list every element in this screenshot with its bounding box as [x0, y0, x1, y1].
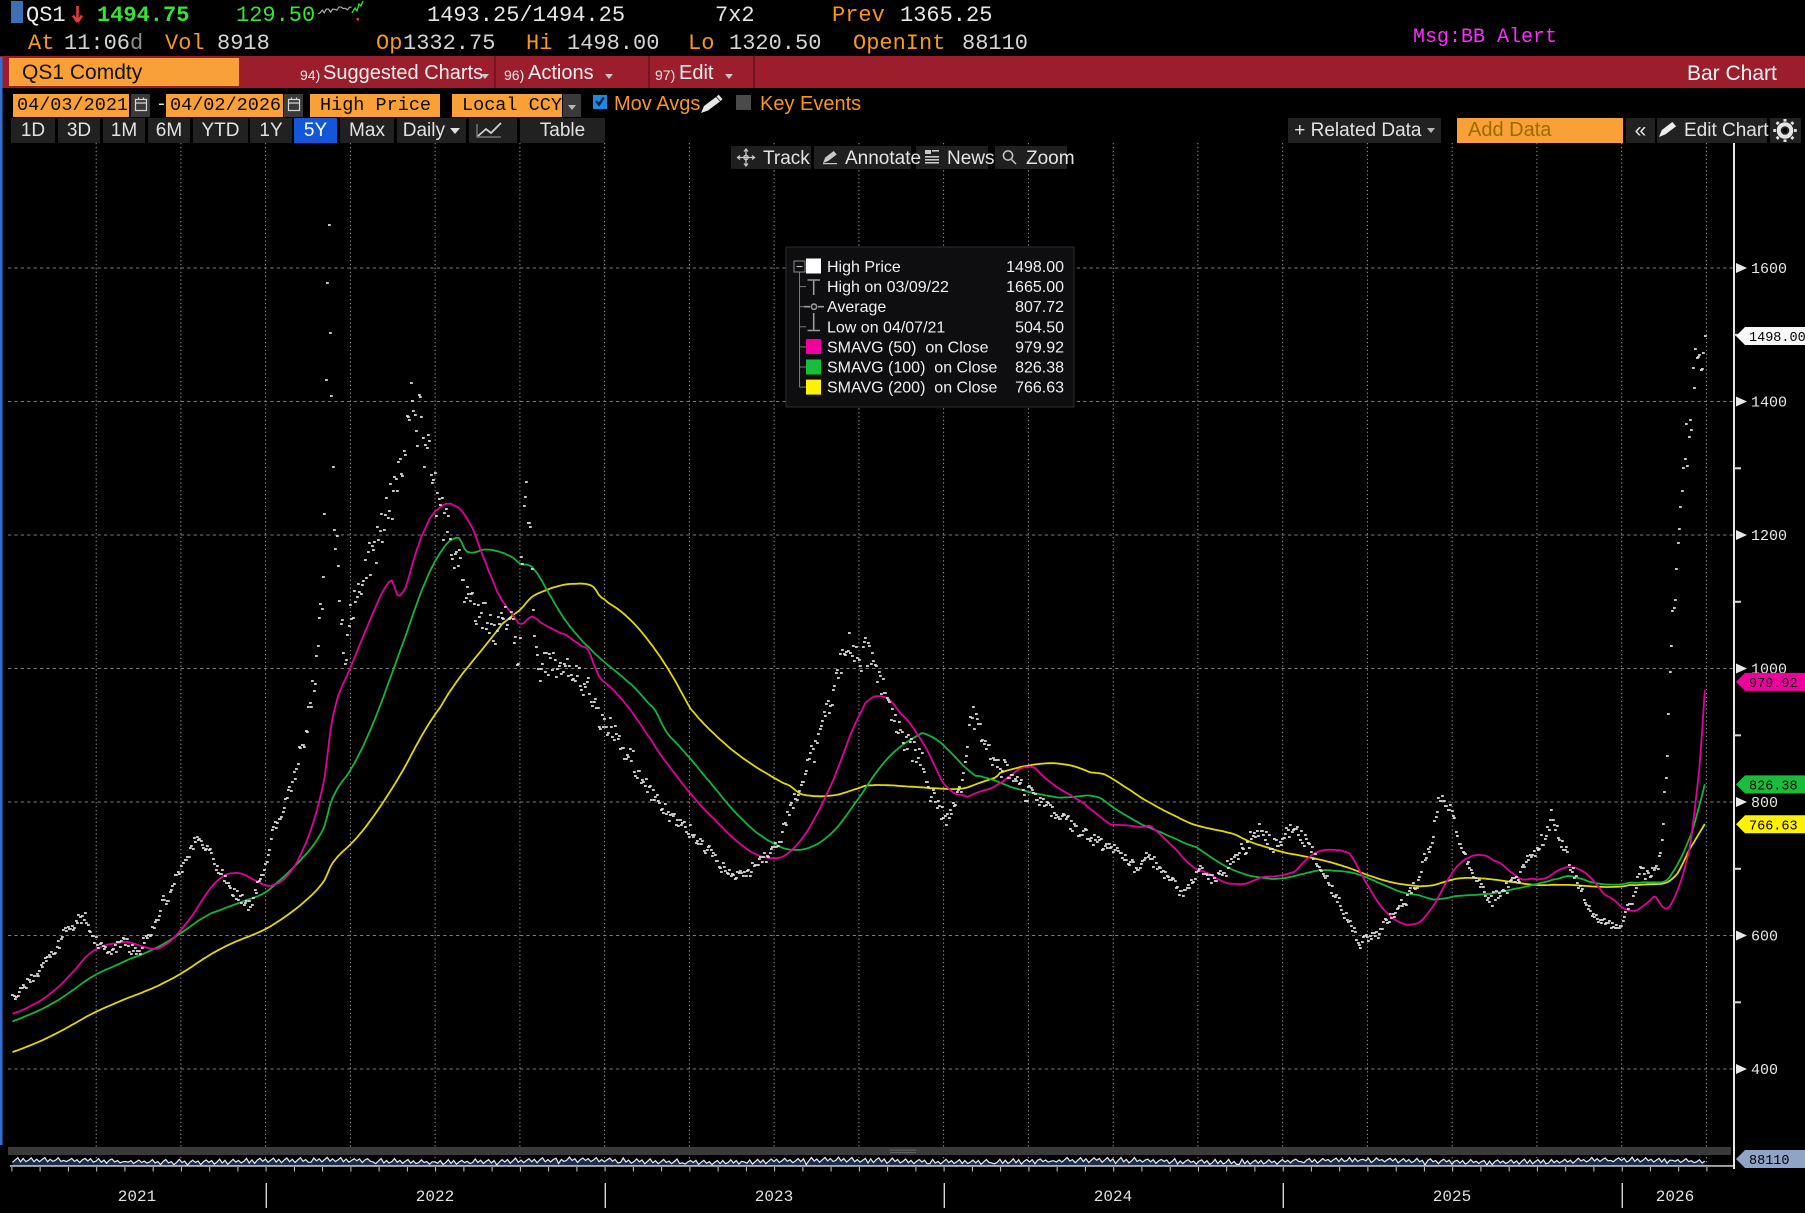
svg-text:High on 03/09/22: High on 03/09/22 — [827, 279, 949, 296]
svg-text:Annotate: Annotate — [845, 148, 921, 169]
svg-text:1400: 1400 — [1751, 395, 1787, 412]
svg-text:807.72: 807.72 — [1015, 299, 1064, 316]
svg-text:1498.00: 1498.00 — [1006, 259, 1064, 276]
svg-text:2021: 2021 — [118, 1188, 156, 1206]
svg-text:979.92: 979.92 — [1749, 677, 1798, 692]
svg-text:600: 600 — [1751, 929, 1778, 946]
svg-text:SMAVG (100) on Close: SMAVG (100) on Close — [827, 360, 998, 377]
svg-text:826.38: 826.38 — [1749, 779, 1798, 794]
svg-text:2026: 2026 — [1656, 1188, 1694, 1206]
svg-text:2023: 2023 — [755, 1188, 793, 1206]
svg-text:1498.00: 1498.00 — [1749, 331, 1805, 346]
svg-text:2022: 2022 — [416, 1188, 454, 1206]
svg-text:1200: 1200 — [1751, 528, 1787, 545]
svg-text:2024: 2024 — [1094, 1188, 1132, 1206]
svg-text:News: News — [947, 148, 995, 169]
svg-text:766.63: 766.63 — [1015, 380, 1064, 397]
svg-text:400: 400 — [1751, 1062, 1778, 1079]
svg-text:Zoom: Zoom — [1026, 148, 1075, 169]
svg-text:826.38: 826.38 — [1015, 360, 1064, 377]
svg-text:2025: 2025 — [1433, 1188, 1471, 1206]
svg-text:1600: 1600 — [1751, 261, 1787, 278]
svg-text:Low on 04/07/21: Low on 04/07/21 — [827, 319, 945, 336]
svg-text:1665.00: 1665.00 — [1006, 279, 1064, 296]
svg-text:800: 800 — [1751, 795, 1778, 812]
svg-text:Average: Average — [827, 299, 886, 316]
svg-text:Track: Track — [763, 148, 810, 169]
svg-text:1000: 1000 — [1751, 662, 1787, 679]
svg-text:766.63: 766.63 — [1749, 819, 1798, 834]
svg-text:SMAVG (200) on Close: SMAVG (200) on Close — [827, 380, 998, 397]
svg-text:88110: 88110 — [1749, 1154, 1790, 1169]
svg-text:504.50: 504.50 — [1015, 319, 1064, 336]
svg-text:SMAVG (50) on Close: SMAVG (50) on Close — [827, 339, 989, 356]
svg-text:High Price: High Price — [827, 259, 901, 276]
svg-text:979.92: 979.92 — [1015, 339, 1064, 356]
